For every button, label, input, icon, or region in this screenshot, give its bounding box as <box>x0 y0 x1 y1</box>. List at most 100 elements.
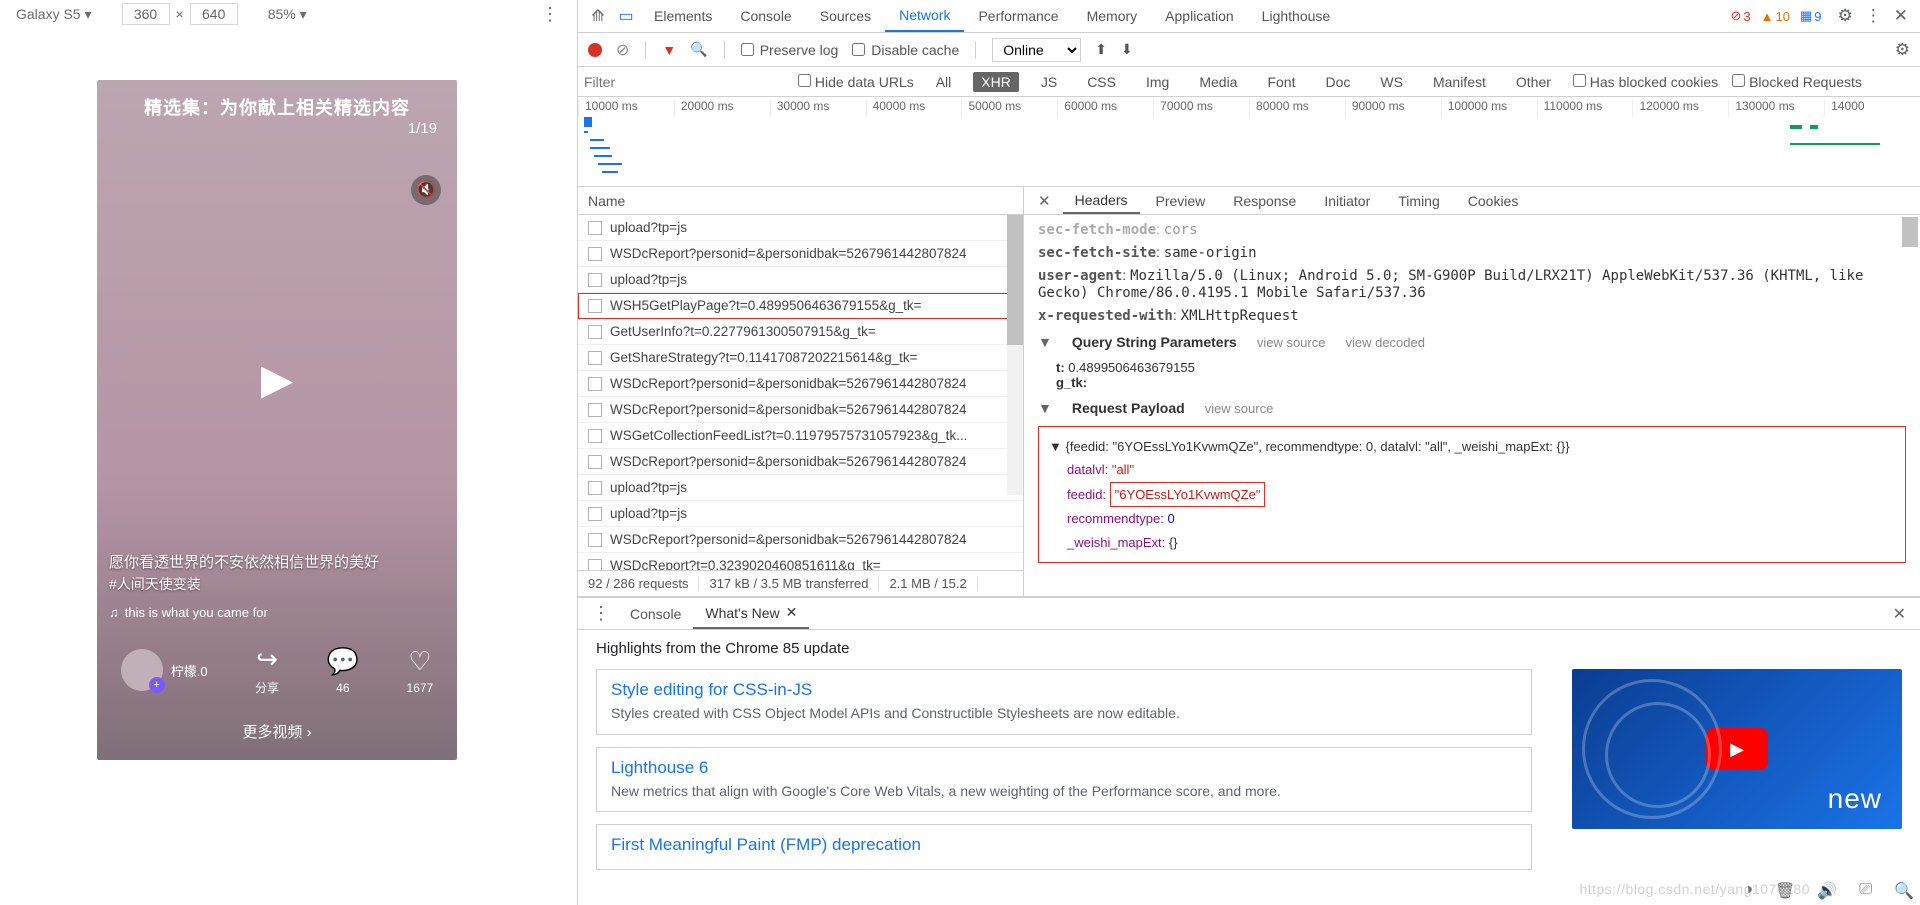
disable-cache-checkbox[interactable]: Disable cache <box>852 42 959 58</box>
network-settings-icon[interactable]: ⚙ <box>1895 40 1910 60</box>
tray-icon[interactable]: ⎚ <box>1859 881 1872 901</box>
dtab-preview[interactable]: Preview <box>1144 187 1218 214</box>
request-checkbox[interactable] <box>588 325 602 339</box>
request-checkbox[interactable] <box>588 455 602 469</box>
whatsnew-card[interactable]: Lighthouse 6New metrics that align with … <box>596 747 1532 813</box>
request-row[interactable]: upload?tp=js <box>578 475 1023 501</box>
mute-icon[interactable]: 🔇 <box>411 175 441 205</box>
view-decoded-link[interactable]: view decoded <box>1345 335 1425 350</box>
preserve-log-checkbox[interactable]: Preserve log <box>741 42 839 58</box>
request-checkbox[interactable] <box>588 533 602 547</box>
request-row[interactable]: WSDcReport?personid=&personidbak=5267961… <box>578 371 1023 397</box>
tab-network[interactable]: Network <box>885 0 964 32</box>
request-checkbox[interactable] <box>588 247 602 261</box>
more-icon[interactable]: ⋮ <box>1859 6 1888 26</box>
tab-elements[interactable]: Elements <box>640 0 726 32</box>
request-checkbox[interactable] <box>588 429 602 443</box>
device-select[interactable]: Galaxy S5 ▾ <box>10 4 98 25</box>
like-button[interactable]: ♡1677 <box>407 646 434 695</box>
info-count[interactable]: ▦ 9 <box>1800 8 1822 24</box>
settings-icon[interactable]: ⚙ <box>1832 6 1859 26</box>
whatsnew-video[interactable]: ▶ new <box>1572 669 1902 829</box>
close-drawer-icon[interactable]: ✕ <box>1885 604 1914 624</box>
chip-ws[interactable]: WS <box>1372 72 1411 92</box>
request-row[interactable]: upload?tp=js <box>578 215 1023 241</box>
drawer-tab-whatsnew[interactable]: What's New ✕ <box>693 598 809 629</box>
request-row[interactable]: GetUserInfo?t=0.2277961300507915&g_tk= <box>578 319 1023 345</box>
chip-font[interactable]: Font <box>1259 72 1303 92</box>
chip-other[interactable]: Other <box>1508 72 1559 92</box>
request-row[interactable]: upload?tp=js <box>578 267 1023 293</box>
dtab-cookies[interactable]: Cookies <box>1456 187 1531 214</box>
tray-icon[interactable]: 🔊 <box>1817 881 1837 901</box>
download-har-icon[interactable]: ⬇ <box>1121 41 1133 58</box>
share-button[interactable]: ↪分享 <box>255 644 279 696</box>
request-checkbox[interactable] <box>588 221 602 235</box>
tab-sources[interactable]: Sources <box>806 0 885 32</box>
request-list-header[interactable]: Name <box>578 187 1023 215</box>
request-checkbox[interactable] <box>588 559 602 571</box>
tab-lighthouse[interactable]: Lighthouse <box>1248 0 1345 32</box>
request-checkbox[interactable] <box>588 299 602 313</box>
chip-doc[interactable]: Doc <box>1317 72 1358 92</box>
view-source-link[interactable]: view source <box>1257 335 1326 350</box>
filter-input[interactable] <box>584 74 784 90</box>
chip-css[interactable]: CSS <box>1079 72 1124 92</box>
play-icon[interactable]: ▶ <box>261 355 293 404</box>
comment-button[interactable]: 💬46 <box>327 646 359 695</box>
request-checkbox[interactable] <box>588 273 602 287</box>
device-height-input[interactable]: 640 <box>190 3 238 25</box>
chip-all[interactable]: All <box>928 72 960 92</box>
tray-icon[interactable]: ◑ <box>1743 881 1753 901</box>
warning-count[interactable]: ▲ 10 <box>1761 9 1790 24</box>
error-count[interactable]: ⊘ 3 <box>1730 8 1750 24</box>
chip-manifest[interactable]: Manifest <box>1425 72 1494 92</box>
chip-media[interactable]: Media <box>1191 72 1245 92</box>
device-width-input[interactable]: 360 <box>122 3 170 25</box>
filter-icon[interactable]: ▼ <box>662 42 676 58</box>
tab-performance[interactable]: Performance <box>964 0 1072 32</box>
close-devtools-icon[interactable]: ✕ <box>1888 6 1914 26</box>
zoom-select[interactable]: 85% ▾ <box>268 6 307 23</box>
request-row[interactable]: WSDcReport?personid=&personidbak=5267961… <box>578 449 1023 475</box>
request-row[interactable]: WSH5GetPlayPage?t=0.4899506463679155&g_t… <box>578 293 1023 319</box>
clear-icon[interactable]: ⊘ <box>616 40 629 60</box>
chip-img[interactable]: Img <box>1138 72 1177 92</box>
dtab-headers[interactable]: Headers <box>1063 187 1140 214</box>
tab-console[interactable]: Console <box>726 0 805 32</box>
dtab-timing[interactable]: Timing <box>1386 187 1452 214</box>
request-row[interactable]: upload?tp=js <box>578 501 1023 527</box>
payload-view-source-link[interactable]: view source <box>1205 401 1274 416</box>
request-checkbox[interactable] <box>588 507 602 521</box>
search-icon[interactable]: 🔍 <box>690 41 707 58</box>
tray-icon[interactable]: 🗑 <box>1775 881 1795 901</box>
whatsnew-card[interactable]: First Meaningful Paint (FMP) deprecation <box>596 824 1532 870</box>
request-checkbox[interactable] <box>588 377 602 391</box>
inspect-icon[interactable]: ⟰ <box>584 6 612 26</box>
chip-js[interactable]: JS <box>1033 72 1065 92</box>
author[interactable]: + 柠檬.0 <box>121 649 208 691</box>
hashtag[interactable]: #人间天使变装 <box>109 574 387 595</box>
drawer-more-icon[interactable]: ⋮ <box>584 603 618 624</box>
music-label[interactable]: ♫ this is what you came for <box>109 605 268 620</box>
dtab-response[interactable]: Response <box>1221 187 1308 214</box>
request-row[interactable]: WSDcReport?t=0.3239020460851611&g_tk= <box>578 553 1023 570</box>
avatar[interactable]: + <box>121 649 163 691</box>
tray-icon[interactable]: 🔍 <box>1894 881 1914 901</box>
request-checkbox[interactable] <box>588 403 602 417</box>
request-row[interactable]: WSDcReport?personid=&personidbak=5267961… <box>578 397 1023 423</box>
query-string-section[interactable]: ▼ Query String Parameters view source vi… <box>1038 334 1906 350</box>
tab-memory[interactable]: Memory <box>1073 0 1152 32</box>
record-icon[interactable] <box>588 43 602 57</box>
blocked-cookies-checkbox[interactable]: Has blocked cookies <box>1573 74 1718 90</box>
request-row[interactable]: WSDcReport?personid=&personidbak=5267961… <box>578 527 1023 553</box>
throttle-select[interactable]: Online <box>992 38 1081 62</box>
request-checkbox[interactable] <box>588 351 602 365</box>
request-row[interactable]: WSDcReport?personid=&personidbak=5267961… <box>578 241 1023 267</box>
upload-har-icon[interactable]: ⬆ <box>1095 41 1107 58</box>
dtab-initiator[interactable]: Initiator <box>1312 187 1382 214</box>
device-mode-icon[interactable]: ▭ <box>612 6 640 26</box>
drawer-tab-console[interactable]: Console <box>618 598 693 629</box>
request-row[interactable]: WSGetCollectionFeedList?t=0.119795757310… <box>578 423 1023 449</box>
request-checkbox[interactable] <box>588 481 602 495</box>
